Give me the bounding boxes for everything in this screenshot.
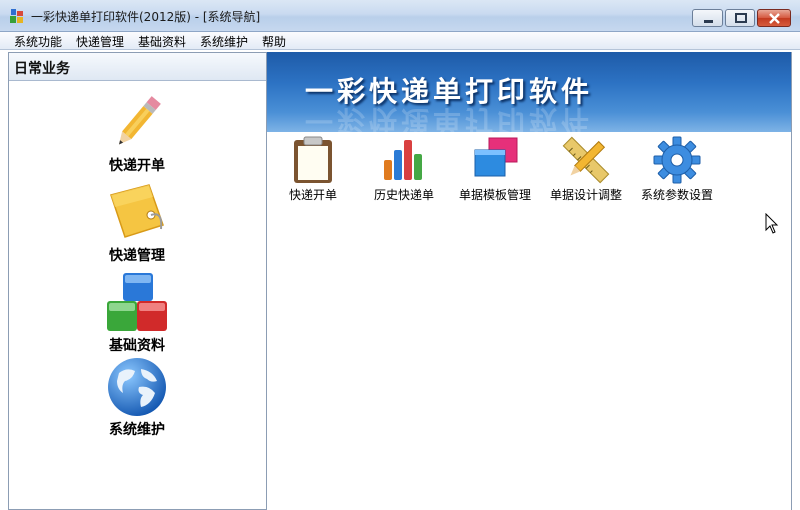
nav-express-order[interactable]: 快递开单: [91, 91, 183, 179]
panel-header: 日常业务: [9, 53, 266, 81]
pencil-icon: [119, 96, 161, 145]
menu-maintenance[interactable]: 系统维护: [200, 33, 248, 50]
gear-icon: [653, 136, 701, 184]
globe-icon: [108, 358, 166, 416]
minimize-button[interactable]: [692, 9, 723, 27]
window-title: 一彩快递单打印软件(2012版) - [系统导航]: [31, 10, 261, 24]
banner-reflection: 一彩快递单打印软件: [305, 104, 594, 132]
nav-label: 基础资料: [109, 338, 165, 354]
maximize-button[interactable]: [725, 9, 755, 27]
tile-express-order[interactable]: 快递开单: [267, 136, 359, 206]
menu-help[interactable]: 帮助: [262, 33, 286, 50]
title-bar: 一彩快递单打印软件(2012版) - [系统导航]: [0, 0, 800, 32]
nav-express-manage[interactable]: 快递管理: [91, 181, 183, 269]
banner: 一彩快递单打印软件 一彩快递单打印软件: [267, 52, 791, 132]
tile-label: 历史快递单: [373, 188, 434, 202]
menu-bar: 系统功能 快递管理 基础资料 系统维护 帮助: [0, 32, 800, 50]
daily-business-panel: 日常业务 快递开单 快递管理 基础资料 系统维护: [8, 52, 267, 510]
menu-system[interactable]: 系统功能: [14, 33, 62, 50]
tile-system-params[interactable]: 系统参数设置: [631, 136, 723, 206]
tile-label: 快递开单: [288, 188, 337, 202]
cubes-icon: [107, 273, 167, 331]
tile-design-adjust[interactable]: 单据设计调整: [540, 136, 632, 206]
minimize-icon: [704, 20, 713, 23]
nav-basic-data[interactable]: 基础资料: [91, 271, 183, 359]
close-button[interactable]: [757, 9, 791, 27]
tile-label: 单据设计调整: [549, 188, 622, 202]
nav-label: 快递开单: [109, 158, 165, 174]
tile-label: 系统参数设置: [640, 188, 713, 202]
tile-history[interactable]: 历史快递单: [358, 136, 450, 206]
main-area: 一彩快递单打印软件 一彩快递单打印软件 快递开单 历史快递单 单据模板管理 单据…: [266, 52, 792, 510]
nav-system-maintenance[interactable]: 系统维护: [91, 355, 183, 443]
mouse-cursor-icon: [765, 213, 779, 234]
tile-template-manage[interactable]: 单据模板管理: [449, 136, 541, 206]
menu-basic-data[interactable]: 基础资料: [138, 33, 186, 50]
menu-express[interactable]: 快递管理: [76, 33, 124, 50]
maximize-icon: [735, 13, 747, 23]
close-icon: [769, 13, 780, 24]
windows-icon: [474, 137, 518, 177]
tile-label: 单据模板管理: [458, 188, 531, 202]
pencil-ruler-icon: [562, 136, 610, 184]
nav-label: 快递管理: [109, 248, 165, 264]
app-icon: [10, 9, 23, 23]
tag-icon: [110, 184, 164, 238]
panel-title: 日常业务: [14, 61, 70, 77]
nav-label: 系统维护: [109, 422, 165, 438]
clipboard-icon: [294, 136, 332, 183]
bar-chart-icon: [384, 140, 422, 180]
